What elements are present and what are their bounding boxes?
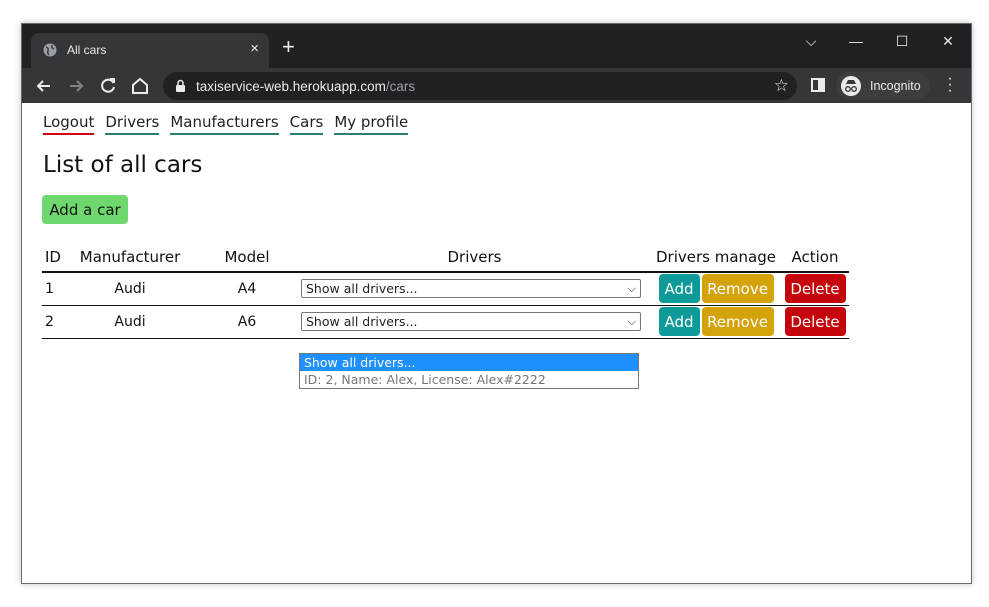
cell-id: 1 bbox=[42, 272, 64, 306]
url-path: /cars bbox=[385, 79, 416, 94]
incognito-label: Incognito bbox=[870, 79, 921, 93]
url-text: taxiservice-web.herokuapp.com/cars bbox=[196, 79, 415, 94]
chevron-down-icon: ⌵ bbox=[627, 282, 636, 296]
cell-drivers-manage: Add Remove bbox=[651, 272, 781, 306]
dropdown-option[interactable]: ID: 2, Name: Alex, License: Alex#2222 bbox=[300, 371, 638, 388]
nav-manufacturers[interactable]: Manufacturers bbox=[170, 113, 279, 135]
close-window-button[interactable]: ✕ bbox=[933, 30, 963, 54]
url-host: taxiservice-web.herokuapp.com bbox=[196, 79, 386, 94]
cell-model: A4 bbox=[196, 272, 298, 306]
drivers-select-value: Show all drivers... bbox=[306, 281, 418, 297]
header-drivers-manage: Drivers manage bbox=[651, 242, 781, 273]
site-nav: Logout Drivers Manufacturers Cars My pro… bbox=[43, 113, 409, 135]
cell-action: Delete bbox=[781, 272, 849, 306]
side-panel-icon[interactable] bbox=[811, 78, 825, 92]
cars-table: ID Manufacturer Model Drivers Drivers ma… bbox=[42, 242, 849, 339]
browser-window: All cars × + ⌵ — ☐ ✕ taxiservice-web.her… bbox=[21, 23, 972, 584]
chevron-down-icon: ⌵ bbox=[627, 315, 636, 328]
lock-icon bbox=[176, 79, 185, 92]
cell-manufacturer: Audi bbox=[64, 305, 196, 339]
header-drivers: Drivers bbox=[298, 242, 651, 273]
back-icon[interactable] bbox=[33, 75, 55, 97]
new-tab-button[interactable]: + bbox=[282, 36, 295, 58]
page-content: Logout Drivers Manufacturers Cars My pro… bbox=[22, 103, 971, 583]
add-car-button[interactable]: Add a car bbox=[42, 195, 128, 224]
tab-strip: All cars × + ⌵ — ☐ ✕ bbox=[22, 24, 971, 68]
header-action: Action bbox=[781, 242, 849, 273]
nav-my-profile[interactable]: My profile bbox=[334, 113, 409, 135]
minimize-button[interactable]: — bbox=[841, 30, 871, 54]
maximize-button[interactable]: ☐ bbox=[887, 30, 917, 54]
menu-icon[interactable]: · · · bbox=[946, 71, 954, 99]
add-driver-button[interactable]: Add bbox=[658, 274, 700, 304]
star-icon[interactable]: ☆ bbox=[774, 76, 789, 96]
cell-action: Delete bbox=[781, 305, 849, 339]
remove-driver-button[interactable]: Remove bbox=[701, 307, 774, 336]
dropdown-option[interactable]: Show all drivers... bbox=[300, 354, 638, 371]
tab-title: All cars bbox=[67, 43, 107, 57]
table-row: 1 Audi A4 Show all drivers... ⌵ Add Remove… bbox=[42, 272, 849, 306]
globe-icon bbox=[43, 43, 57, 57]
page-title: List of all cars bbox=[43, 152, 203, 178]
table-row: 2 Audi A6 Show all drivers... ⌵ Add Remove… bbox=[42, 305, 849, 339]
close-tab-icon[interactable]: × bbox=[250, 41, 259, 57]
tab-all-cars[interactable]: All cars × bbox=[31, 33, 269, 68]
remove-driver-button[interactable]: Remove bbox=[701, 274, 774, 304]
cell-drivers: Show all drivers... ⌵ bbox=[298, 272, 651, 306]
nav-logout[interactable]: Logout bbox=[43, 113, 95, 135]
drivers-dropdown-list: Show all drivers... ID: 2, Name: Alex, L… bbox=[299, 353, 639, 389]
header-manufacturer: Manufacturer bbox=[64, 242, 196, 273]
delete-car-button[interactable]: Delete bbox=[784, 307, 846, 336]
address-bar[interactable]: taxiservice-web.herokuapp.com/cars ☆ bbox=[163, 72, 797, 100]
forward-icon[interactable] bbox=[65, 75, 87, 97]
home-icon[interactable] bbox=[129, 75, 151, 97]
header-id: ID bbox=[42, 242, 64, 273]
header-model: Model bbox=[196, 242, 298, 273]
drivers-select[interactable]: Show all drivers... ⌵ bbox=[301, 312, 641, 331]
nav-drivers[interactable]: Drivers bbox=[105, 113, 160, 135]
cell-drivers: Show all drivers... ⌵ bbox=[298, 305, 651, 339]
reload-icon[interactable] bbox=[97, 75, 119, 97]
browser-toolbar: taxiservice-web.herokuapp.com/cars ☆ Inc… bbox=[22, 68, 971, 103]
delete-car-button[interactable]: Delete bbox=[784, 274, 846, 304]
cell-id: 2 bbox=[42, 305, 64, 339]
cell-manufacturer: Audi bbox=[64, 272, 196, 306]
cell-drivers-manage: Add Remove bbox=[651, 305, 781, 339]
incognito-icon bbox=[841, 76, 861, 96]
table-header-row: ID Manufacturer Model Drivers Drivers ma… bbox=[42, 242, 849, 273]
add-driver-button[interactable]: Add bbox=[658, 307, 700, 336]
incognito-badge[interactable]: Incognito bbox=[836, 72, 930, 100]
cell-model: A6 bbox=[196, 305, 298, 339]
nav-cars[interactable]: Cars bbox=[289, 113, 324, 135]
drivers-select[interactable]: Show all drivers... ⌵ bbox=[301, 279, 641, 299]
tab-search-icon[interactable]: ⌵ bbox=[796, 30, 826, 54]
drivers-select-value: Show all drivers... bbox=[306, 314, 418, 329]
